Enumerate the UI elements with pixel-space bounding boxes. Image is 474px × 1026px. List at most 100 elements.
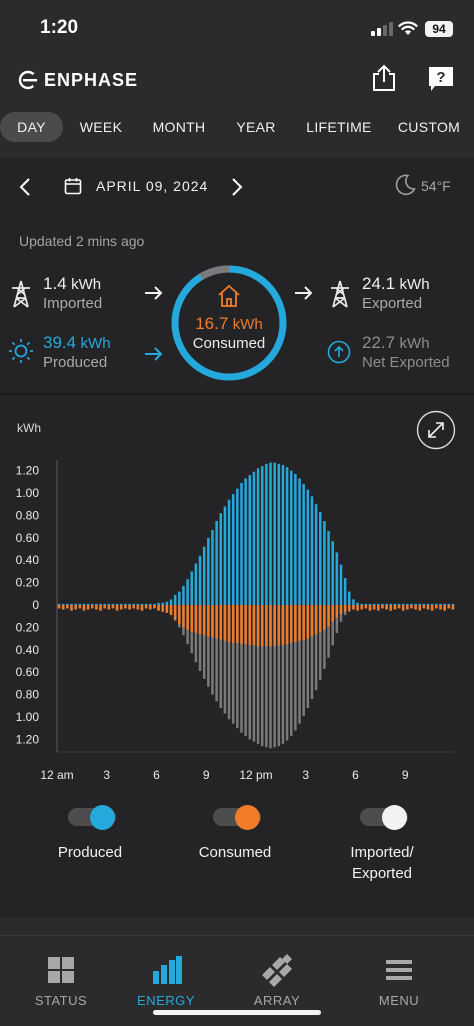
x-tick-label: 6 [352, 768, 359, 782]
produced-bar [178, 591, 181, 605]
imported-unit: kWh [71, 276, 102, 293]
y-tick-label: 1.00 [16, 710, 40, 724]
arrow-right-export-icon [295, 286, 313, 300]
produced-bar [227, 499, 231, 605]
produced-bar [343, 578, 347, 605]
consumed-unit: kWh [232, 316, 263, 333]
produced-bar [252, 471, 256, 605]
tab-lifetime[interactable]: LIFETIME [304, 112, 374, 142]
selected-date[interactable]: APRIL 09, 2024 [96, 178, 208, 194]
produced-bar [364, 603, 368, 605]
produced-bar [265, 463, 268, 605]
produced-bar [136, 603, 140, 605]
consumed-bar [422, 605, 426, 609]
nav-array[interactable]: ARRAY [222, 936, 332, 1016]
produced-bar [66, 603, 69, 605]
moon-icon [395, 174, 416, 196]
produced-bar [95, 603, 98, 605]
consumed-toggle-knob[interactable] [235, 805, 260, 830]
nav-menu-label: MENU [378, 993, 420, 1008]
produced-bar [401, 603, 405, 605]
expand-chart-button[interactable] [416, 410, 456, 450]
period-tabs: DAY WEEK MONTH YEAR LIFETIME CUSTOM [0, 108, 474, 146]
produced-bar [128, 603, 131, 605]
chevron-right-icon[interactable] [230, 177, 244, 197]
produced-bar [377, 603, 380, 605]
consumed-bar [182, 605, 185, 628]
produced-bar [153, 603, 156, 605]
transmission-tower-export-icon [331, 280, 349, 308]
produced-toggle-knob[interactable] [90, 805, 115, 830]
imported-value: 1.4 [43, 274, 67, 293]
tab-day[interactable]: DAY [0, 112, 63, 142]
produced-bar [451, 603, 455, 605]
help-icon[interactable]: ? [427, 65, 455, 93]
calendar-icon[interactable] [64, 177, 82, 195]
tab-custom[interactable]: CUSTOM [397, 112, 461, 142]
consumed-bar [364, 605, 368, 609]
consumed-bar [169, 605, 173, 616]
consumed-bar [418, 605, 422, 611]
consumed-bar [194, 605, 198, 633]
y-tick-label: 0.40 [16, 553, 40, 567]
nav-menu[interactable]: MENU [344, 936, 454, 1016]
produced-bar [182, 585, 185, 605]
produced-bar [115, 603, 119, 605]
produced-bar [120, 603, 123, 605]
produced-bar [207, 537, 210, 605]
consumed-bar [240, 605, 243, 645]
produced-bar [447, 603, 451, 605]
consumed-bar [128, 605, 131, 610]
status-bar: 1:20 94 [0, 0, 474, 56]
produced-bar [198, 555, 202, 605]
arrow-right-icon [145, 286, 163, 300]
consumed-bar [252, 605, 256, 646]
chevron-left-icon[interactable] [18, 177, 32, 197]
consumed-bar [372, 605, 376, 610]
produced-bar [236, 488, 239, 605]
consumed-bar [215, 605, 218, 639]
produced-bar [90, 603, 94, 605]
produced-bar [331, 541, 334, 605]
x-tick-label: 3 [103, 768, 110, 782]
temperature: 54°F [421, 178, 451, 194]
consumed-bar [389, 605, 392, 611]
consumed-bar [86, 605, 90, 610]
consumed-value: 16.7 [195, 314, 229, 333]
consumed-bar [136, 605, 140, 610]
tab-month[interactable]: MONTH [150, 112, 208, 142]
consumed-bar [306, 605, 310, 639]
produced-bar [323, 521, 326, 605]
net-exported-label: Net Exported [362, 354, 450, 371]
produced-bar [414, 603, 417, 605]
consumed-bar [285, 605, 289, 645]
consumed-bar [90, 605, 94, 609]
consumed-bar [144, 605, 148, 609]
x-tick-label: 9 [203, 768, 210, 782]
consumed-bar [385, 605, 388, 610]
consumed-bar [124, 605, 127, 609]
clock: 1:20 [40, 17, 79, 38]
exported-stat: 24.1 kWh [362, 274, 430, 294]
produced-bar [310, 496, 314, 605]
y-tick-label: 0.40 [16, 643, 40, 657]
consumed-bar [435, 605, 438, 609]
tab-year[interactable]: YEAR [234, 112, 278, 142]
produced-bar [240, 482, 243, 605]
share-icon[interactable] [371, 64, 397, 92]
consumed-bar [323, 605, 326, 630]
consumed-bar [401, 605, 405, 611]
nav-status[interactable]: STATUS [6, 936, 116, 1016]
y-tick-label: 0 [32, 598, 39, 612]
produced-bar [103, 603, 106, 605]
tab-week[interactable]: WEEK [74, 112, 128, 142]
x-tick-label: 12 pm [239, 768, 272, 782]
consumed-bar [178, 605, 181, 625]
signal-icon [371, 22, 393, 36]
updated-text: Updated 2 mins ago [19, 233, 145, 249]
consumed-bar [414, 605, 417, 610]
produced-bar [244, 478, 247, 605]
nav-energy[interactable]: ENERGY [111, 936, 221, 1016]
imported-toggle-knob[interactable] [382, 805, 407, 830]
y-tick-label: 0.60 [16, 531, 40, 545]
